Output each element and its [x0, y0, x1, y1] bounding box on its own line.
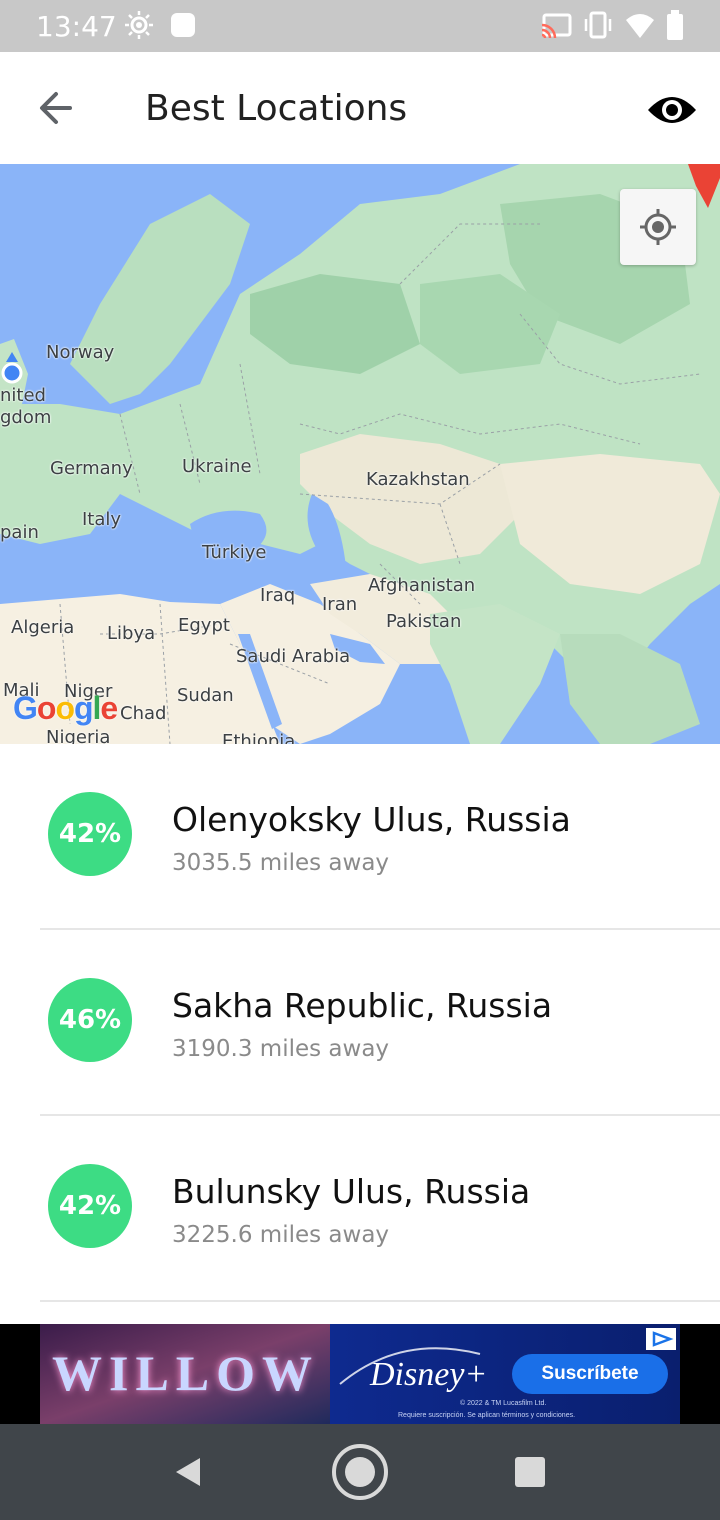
ad-brand: Disney+ [370, 1356, 488, 1393]
map-label-kazakhstan: Kazakhstan [366, 469, 470, 490]
list-item[interactable]: 46% Sakha Republic, Russia 3190.3 miles … [0, 930, 720, 1116]
map-label-nigeria: Nigeria [46, 727, 111, 744]
ad-banner[interactable]: WILLOW Disney+ Suscríbete © 2022 & TM Lu… [0, 1324, 720, 1424]
ad-fine-print-1: © 2022 & TM Lucasfilm Ltd. [460, 1400, 547, 1407]
map-label-iran: Iran [322, 594, 358, 615]
map-graphic [0, 164, 720, 744]
eye-icon[interactable] [646, 86, 698, 134]
map-label-norway: Norway [46, 342, 115, 363]
match-percent-badge: 46% [48, 978, 132, 1062]
location-name: Olenyoksky Ulus, Russia [172, 800, 571, 839]
map-label-egypt: Egypt [178, 615, 230, 636]
location-name: Bulunsky Ulus, Russia [172, 1172, 531, 1211]
app-bar: Best Locations [0, 52, 720, 164]
map-label-chad: Chad [120, 703, 167, 724]
vibrate-icon [584, 11, 612, 39]
nav-home-icon[interactable] [330, 1442, 390, 1502]
map-label-sudan: Sudan [177, 685, 234, 706]
map-label-germany: Germany [50, 458, 133, 479]
location-distance: 3225.6 miles away [172, 1222, 390, 1248]
location-name: Sakha Republic, Russia [172, 986, 553, 1025]
map-label-afghanistan: Afghanistan [368, 575, 476, 596]
map-label-libya: Libya [107, 623, 156, 644]
map-label-algeria: Algeria [11, 617, 75, 638]
map-label-ukraine: Ukraine [182, 456, 252, 477]
page-title: Best Locations [145, 88, 408, 129]
notification-square-icon [171, 13, 195, 37]
status-time: 13:47 [36, 10, 117, 43]
list-item[interactable]: 42% Bulunsky Ulus, Russia 3225.6 miles a… [0, 1116, 720, 1302]
my-location-button[interactable] [620, 189, 696, 265]
battery-icon [667, 10, 683, 40]
cast-icon [541, 13, 572, 39]
ad-creative[interactable]: WILLOW Disney+ Suscríbete © 2022 & TM Lu… [40, 1324, 680, 1424]
map-label-turkiye: Türkiye [202, 542, 267, 563]
map-label-pakistan: Pakistan [386, 611, 462, 632]
list-item[interactable]: 42% Olenyoksky Ulus, Russia 3035.5 miles… [0, 744, 720, 930]
match-percent-badge: 42% [48, 792, 132, 876]
ad-fine-print-2: Requiere suscripción. Se aplican término… [398, 1412, 576, 1419]
map-view[interactable]: Norway nited gdom Germany Ukraine Kazakh… [0, 164, 720, 744]
system-nav-bar [0, 1424, 720, 1520]
map-label-uk-1: nited [0, 385, 46, 406]
arrow-back-icon[interactable] [30, 82, 82, 134]
google-logo: Google [13, 690, 118, 726]
location-distance: 3035.5 miles away [172, 850, 390, 876]
nav-back-icon[interactable] [170, 1454, 206, 1490]
ad-movie-title: WILLOW [52, 1345, 320, 1401]
nav-recents-icon[interactable] [512, 1454, 548, 1490]
status-bar: 13:47 [0, 0, 720, 52]
map-label-italy: Italy [82, 509, 122, 530]
wifi-icon [626, 14, 654, 38]
map-label-saudi-arabia: Saudi Arabia [236, 646, 351, 667]
brightness-icon [125, 11, 153, 39]
location-distance: 3190.3 miles away [172, 1036, 390, 1062]
map-label-iraq: Iraq [260, 585, 296, 606]
my-location-icon [640, 209, 676, 245]
ad-cta-button[interactable]: Suscríbete [512, 1354, 668, 1394]
match-percent-badge: 42% [48, 1164, 132, 1248]
map-label-spain: pain [0, 522, 39, 543]
map-label-uk-2: gdom [0, 407, 52, 428]
map-label-ethiopia: Ethiopia [222, 731, 296, 744]
list-divider [40, 1300, 720, 1302]
